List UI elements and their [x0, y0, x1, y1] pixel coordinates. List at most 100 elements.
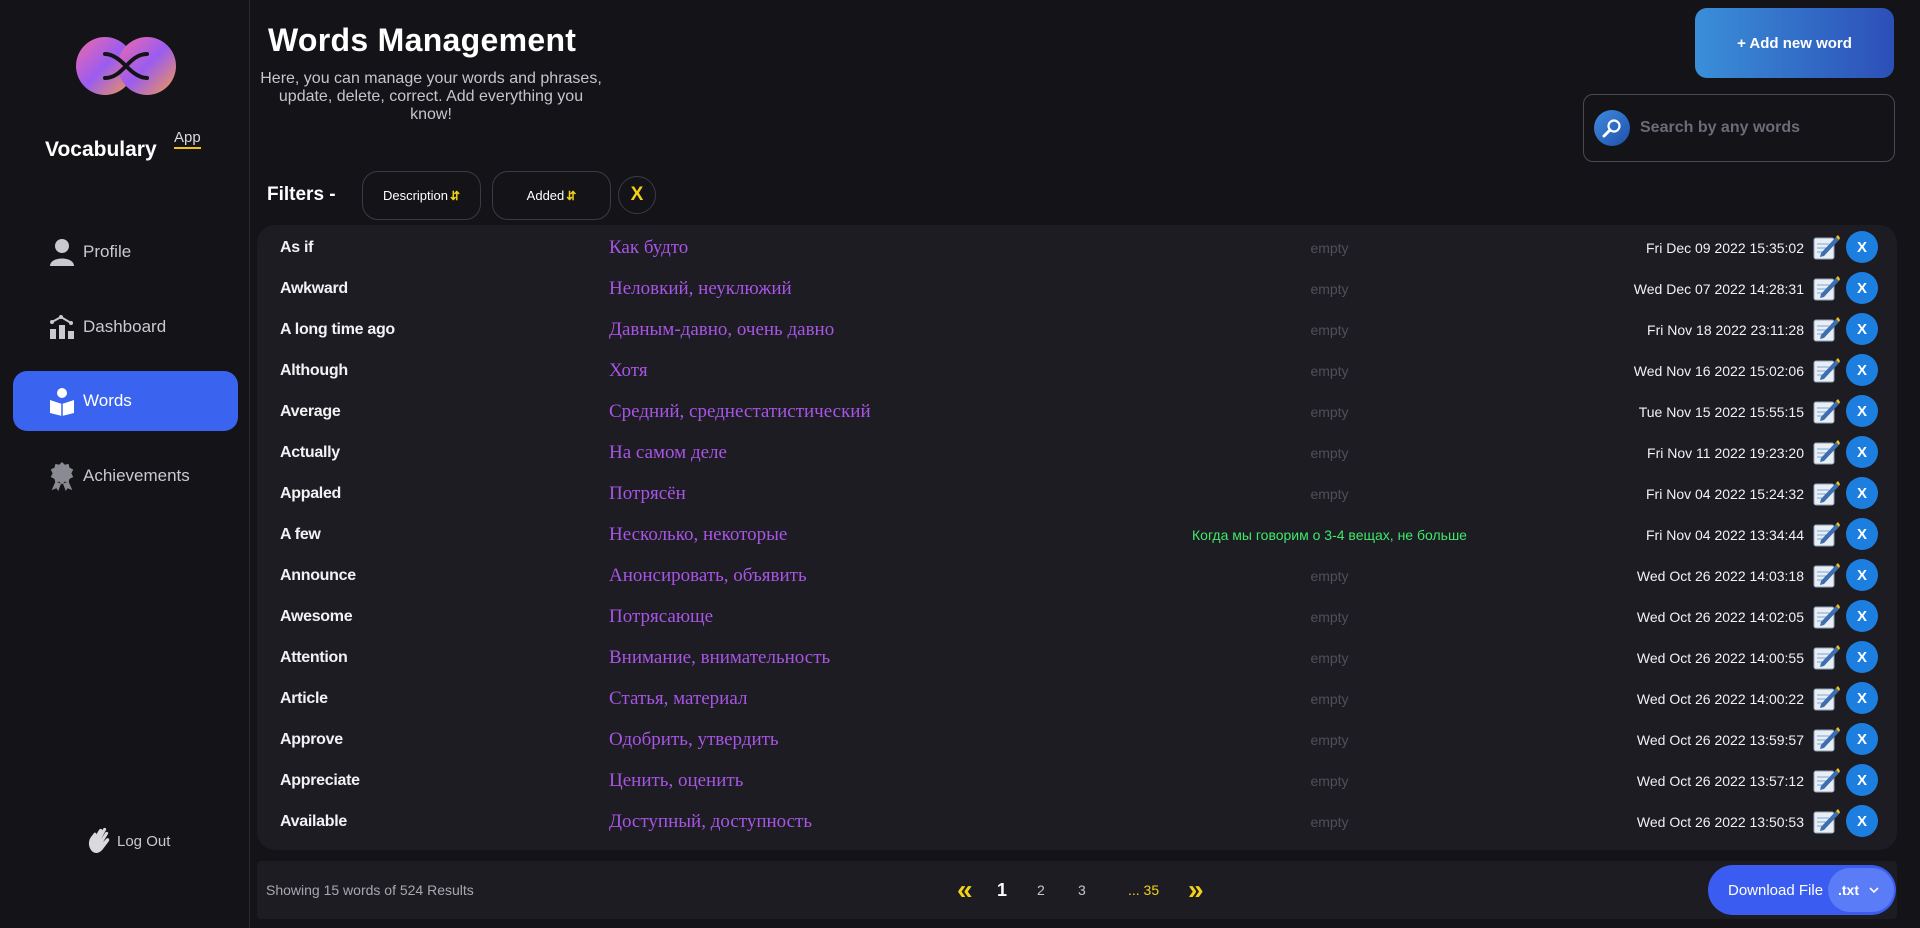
word-cell: A few — [280, 525, 321, 543]
word-cell: Appreciate — [280, 771, 360, 789]
clear-filters-button[interactable]: X — [618, 176, 656, 214]
table-row: A few Несколько, некоторые Когда мы говори… — [257, 514, 1897, 555]
edit-icon[interactable] — [1811, 601, 1841, 631]
edit-icon[interactable] — [1811, 642, 1841, 672]
delete-button[interactable]: X — [1846, 682, 1878, 714]
filter-description-button[interactable]: Description ⇵ — [362, 171, 481, 220]
date-cell: Wed Oct 26 2022 14:03:18 — [1636, 567, 1804, 584]
word-cell: Available — [280, 812, 347, 830]
filter-added-button[interactable]: Added ⇵ — [492, 171, 611, 220]
translation-cell: Доступный, доступность — [609, 810, 813, 832]
edit-icon[interactable] — [1811, 355, 1841, 385]
page-2-button[interactable]: 2 — [1037, 861, 1045, 919]
date-cell: Wed Nov 16 2022 15:02:06 — [1633, 362, 1804, 379]
search-input[interactable] — [1640, 119, 1880, 137]
description-cell: empty — [1310, 444, 1349, 461]
date-cell: Fri Nov 04 2022 13:34:44 — [1646, 526, 1804, 543]
sidebar-item-profile[interactable]: Profile — [13, 222, 238, 282]
delete-button[interactable]: X — [1846, 518, 1878, 550]
table-row: Article Статья, материал empty Wed Oct 26 2… — [257, 678, 1897, 719]
download-label: Download File — [1728, 881, 1824, 899]
translation-cell: Потрясающе — [609, 605, 714, 627]
word-cell: Awkward — [280, 279, 348, 297]
sidebar-item-dashboard[interactable]: Dashboard — [13, 297, 238, 357]
download-file-button[interactable]: Download File .txt — [1708, 865, 1896, 915]
date-cell: Wed Dec 07 2022 14:28:31 — [1633, 280, 1804, 297]
translation-cell: Внимание, внимательность — [609, 646, 831, 668]
page-1-button[interactable]: 1 — [997, 861, 1007, 919]
table-row: Available Доступный, доступность empty Wed … — [257, 801, 1897, 842]
award-icon — [47, 461, 77, 491]
translation-cell: Ценить, оценить — [609, 769, 744, 791]
delete-button[interactable]: X — [1846, 272, 1878, 304]
description-cell: empty — [1310, 731, 1349, 748]
edit-icon[interactable] — [1811, 232, 1841, 262]
date-cell: Fri Nov 04 2022 15:24:32 — [1646, 485, 1804, 502]
edit-icon[interactable] — [1811, 273, 1841, 303]
sidebar-item-achievements[interactable]: Achievements — [13, 446, 238, 506]
table-row: Actually На самом деле empty Fri Nov 11 202… — [257, 432, 1897, 473]
delete-button[interactable]: X — [1846, 805, 1878, 837]
search-icon[interactable] — [1594, 110, 1630, 146]
word-cell: Awesome — [280, 607, 353, 625]
sort-arrows-icon: ⇵ — [449, 188, 461, 203]
description-cell: Когда мы говорим о 3-4 вещах, не больше — [1192, 526, 1467, 543]
translation-cell: Хотя — [609, 359, 648, 381]
delete-button[interactable]: X — [1846, 436, 1878, 468]
edit-icon[interactable] — [1811, 437, 1841, 467]
format-value: .txt — [1838, 882, 1859, 898]
table-row: Although Хотя empty Wed Nov 16 2022 15:02:0… — [257, 350, 1897, 391]
edit-icon[interactable] — [1811, 560, 1841, 590]
delete-button[interactable]: X — [1846, 723, 1878, 755]
date-cell: Wed Oct 26 2022 13:50:53 — [1636, 813, 1804, 830]
edit-icon[interactable] — [1811, 724, 1841, 754]
delete-button[interactable]: X — [1846, 313, 1878, 345]
edit-icon[interactable] — [1811, 314, 1841, 344]
table-row: Average Средний, среднестатистический empt… — [257, 391, 1897, 432]
delete-button[interactable]: X — [1846, 559, 1878, 591]
edit-icon[interactable] — [1811, 765, 1841, 795]
delete-button[interactable]: X — [1846, 395, 1878, 427]
word-cell: As if — [280, 238, 314, 256]
edit-icon[interactable] — [1811, 683, 1841, 713]
next-page-button[interactable]: » — [1188, 861, 1204, 919]
translation-cell: Средний, среднестатистический — [609, 400, 871, 422]
add-word-button[interactable]: + Add new word — [1695, 8, 1894, 78]
prev-page-button[interactable]: « — [957, 861, 973, 919]
translation-cell: Давным-давно, очень давно — [609, 318, 835, 340]
wave-hand-icon — [85, 826, 115, 856]
word-cell: Actually — [280, 443, 340, 461]
description-cell: empty — [1310, 403, 1349, 420]
sidebar-item-label: Profile — [83, 242, 132, 261]
logout-button[interactable]: Log Out — [85, 826, 170, 856]
word-cell: A long time ago — [280, 320, 395, 338]
delete-button[interactable]: X — [1846, 764, 1878, 796]
translation-cell: Как будто — [609, 236, 689, 258]
word-cell: Approve — [280, 730, 343, 748]
filter-label: Added — [526, 188, 565, 203]
delete-button[interactable]: X — [1846, 354, 1878, 386]
description-cell: empty — [1310, 567, 1349, 584]
delete-button[interactable]: X — [1846, 641, 1878, 673]
sidebar-item-words[interactable]: Words — [13, 371, 238, 431]
format-select[interactable]: .txt — [1828, 868, 1894, 912]
word-cell: Average — [280, 402, 341, 420]
chart-icon — [47, 312, 77, 342]
search-box — [1583, 94, 1895, 162]
last-page-button[interactable]: ... 35 — [1128, 861, 1159, 919]
edit-icon[interactable] — [1811, 806, 1841, 836]
filters-label: Filters - — [267, 184, 336, 205]
word-cell: Article — [280, 689, 328, 707]
results-count: Showing 15 words of 524 Results — [266, 882, 474, 898]
description-cell: empty — [1310, 485, 1349, 502]
edit-icon[interactable] — [1811, 396, 1841, 426]
date-cell: Fri Dec 09 2022 15:35:02 — [1646, 239, 1804, 256]
delete-button[interactable]: X — [1846, 231, 1878, 263]
description-cell: empty — [1310, 649, 1349, 666]
page-3-button[interactable]: 3 — [1078, 861, 1086, 919]
delete-button[interactable]: X — [1846, 600, 1878, 632]
edit-icon[interactable] — [1811, 478, 1841, 508]
translation-cell: Одобрить, утвердить — [609, 728, 779, 750]
delete-button[interactable]: X — [1846, 477, 1878, 509]
edit-icon[interactable] — [1811, 519, 1841, 549]
